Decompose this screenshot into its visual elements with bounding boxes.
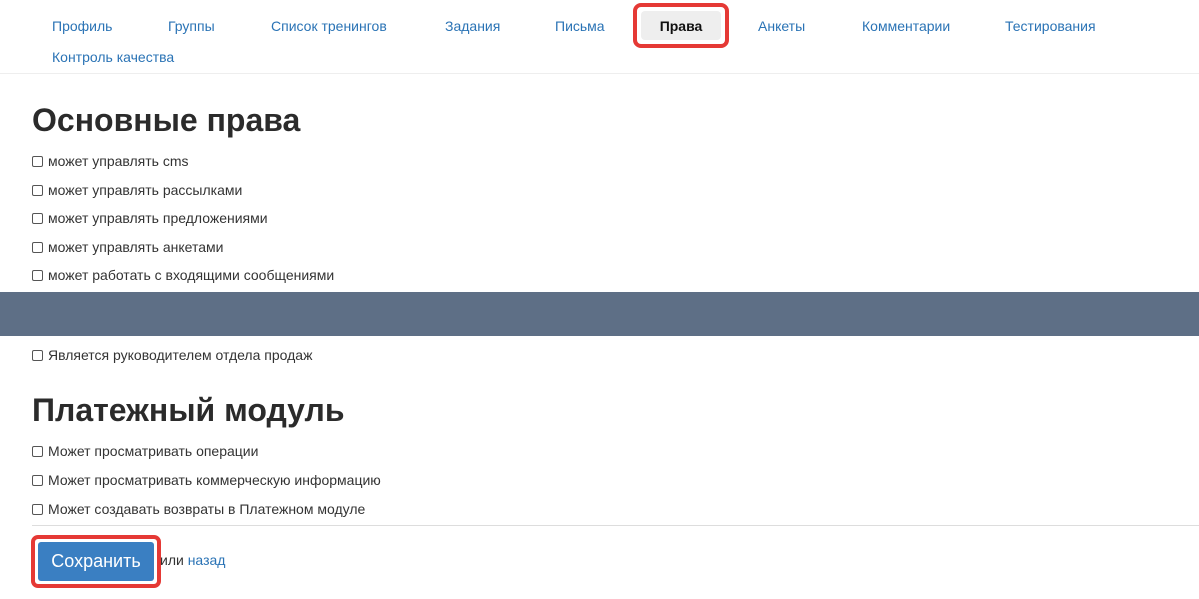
right-sales-head[interactable]: Является руководителем отдела продаж bbox=[32, 347, 312, 363]
tab-testing[interactable]: Тестирования bbox=[1005, 18, 1096, 34]
tab-surveys[interactable]: Анкеты bbox=[758, 18, 805, 34]
right-label: может управлять предложениями bbox=[48, 210, 268, 226]
checkbox[interactable] bbox=[32, 474, 43, 486]
tab-rights[interactable]: Права bbox=[633, 3, 729, 48]
payment-module-title: Платежный модуль bbox=[32, 392, 345, 428]
right-label: Является руководителем отдела продаж bbox=[48, 347, 313, 363]
checkbox[interactable] bbox=[32, 212, 43, 224]
or-text: или bbox=[160, 552, 184, 568]
main-rights-title: Основные права bbox=[32, 102, 301, 138]
right-manage-mailings[interactable]: может управлять рассылками bbox=[32, 182, 242, 198]
checkbox[interactable] bbox=[32, 349, 43, 361]
tab-comments[interactable]: Комментарии bbox=[862, 18, 950, 34]
tab-letters[interactable]: Письма bbox=[555, 18, 605, 34]
right-create-refunds[interactable]: Может создавать возвраты в Платежном мод… bbox=[32, 501, 365, 517]
tab-profile[interactable]: Профиль bbox=[52, 18, 112, 34]
right-manage-offers[interactable]: может управлять предложениями bbox=[32, 210, 268, 226]
footer-divider bbox=[32, 525, 1199, 526]
checkbox[interactable] bbox=[32, 503, 43, 515]
save-button-highlight: Сохранить bbox=[31, 535, 161, 588]
checkbox[interactable] bbox=[32, 184, 43, 196]
tab-quality-control[interactable]: Контроль качества bbox=[52, 49, 174, 65]
checkbox[interactable] bbox=[32, 445, 43, 457]
right-manage-cms[interactable]: может управлять cms bbox=[32, 153, 189, 169]
save-button[interactable]: Сохранить bbox=[38, 542, 154, 581]
profile-tabs: Профиль Группы Список тренингов Задания … bbox=[0, 0, 1199, 74]
right-label: может управлять рассылками bbox=[48, 182, 243, 198]
rights-page: Профиль Группы Список тренингов Задания … bbox=[0, 0, 1199, 599]
right-label: может работать с входящими сообщениями bbox=[48, 267, 335, 283]
tab-rights-label: Права bbox=[641, 11, 721, 40]
right-label: Может просматривать коммерческую информа… bbox=[48, 472, 381, 488]
tab-trainings[interactable]: Список тренингов bbox=[271, 18, 387, 34]
or-back: или назад bbox=[160, 552, 225, 568]
right-label: Может просматривать операции bbox=[48, 443, 259, 459]
tab-groups[interactable]: Группы bbox=[168, 18, 215, 34]
checkbox[interactable] bbox=[32, 269, 43, 281]
right-manage-surveys[interactable]: может управлять анкетами bbox=[32, 239, 223, 255]
right-label: может управлять анкетами bbox=[48, 239, 224, 255]
back-link[interactable]: назад bbox=[188, 552, 226, 568]
checkbox[interactable] bbox=[32, 241, 43, 253]
right-view-operations[interactable]: Может просматривать операции bbox=[32, 443, 258, 459]
right-view-commercial-info[interactable]: Может просматривать коммерческую информа… bbox=[32, 472, 381, 488]
checkbox[interactable] bbox=[32, 155, 43, 167]
section-banner bbox=[0, 292, 1199, 336]
right-label: может управлять cms bbox=[48, 153, 189, 169]
tab-tasks[interactable]: Задания bbox=[445, 18, 500, 34]
right-incoming-messages[interactable]: может работать с входящими сообщениями bbox=[32, 267, 334, 283]
right-label: Может создавать возвраты в Платежном мод… bbox=[48, 501, 366, 517]
